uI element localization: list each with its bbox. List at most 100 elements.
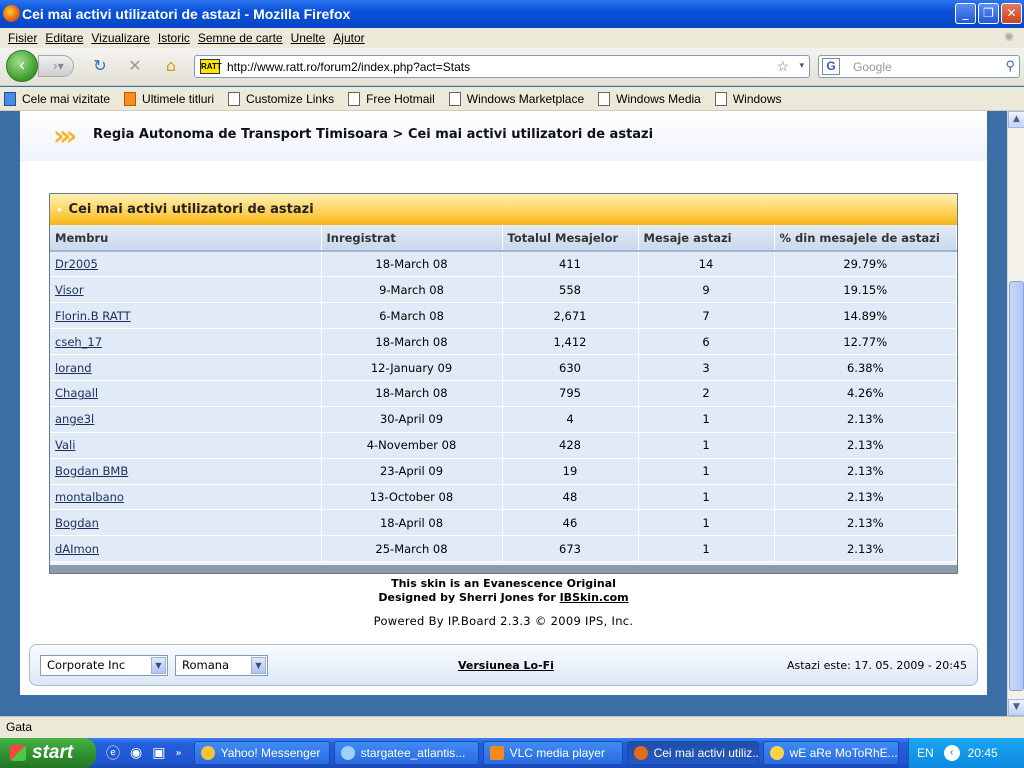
cell-total-posts: 630 [502,354,639,381]
reload-icon[interactable]: ↻ [90,56,110,76]
cell-member[interactable]: cseh_17 [50,328,322,356]
system-tray: EN ‹ 20:45 [908,738,1024,768]
menu-view[interactable]: Vizualizare [91,31,149,45]
cell-member[interactable]: Chagall [50,380,322,407]
menu-tools[interactable]: Unelte [291,31,326,45]
maximize-button[interactable]: ❐ [978,3,999,24]
vertical-scrollbar[interactable]: ▲ ▼ [1007,111,1024,716]
search-icon[interactable]: ⚲ [1005,58,1015,74]
bookmark-customize-links[interactable]: Customize Links [228,91,334,106]
member-link[interactable]: ange3l [55,412,94,426]
home-icon[interactable]: ⌂ [161,56,181,76]
stats-table-title: ▸ Cei mai activi utilizatori de astazi [50,194,957,225]
quicklaunch-more-icon[interactable]: » [175,748,181,759]
cell-member[interactable]: dAImon [50,535,322,563]
menu-history[interactable]: Istoric [158,31,190,45]
scroll-up-icon[interactable]: ▲ [1008,111,1024,128]
cell-member[interactable]: montalbano [50,484,322,511]
google-search-engine-icon[interactable]: G [822,58,840,75]
table-row: cseh_17 18-March 08 1,412 6 12.77% [50,328,957,356]
chevron-down-icon[interactable]: ▼ [251,657,266,674]
bookmark-windows[interactable]: Windows [714,91,782,106]
menu-edit[interactable]: Editare [45,31,83,45]
cell-posts-today: 1 [638,509,775,537]
language-indicator[interactable]: EN [917,746,934,760]
url-bar[interactable]: RATT http://www.ratt.ro/forum2/index.php… [194,55,810,78]
bookmark-latest-headlines[interactable]: Ultimele titluri [124,91,214,106]
member-link[interactable]: Bogdan BMB [55,464,128,478]
yahoo-messenger-icon [200,746,215,760]
bookmark-star-icon[interactable]: ☆ [776,58,789,75]
search-placeholder: Google [853,59,892,74]
member-link[interactable]: Florin.B RATT [55,309,131,323]
member-link[interactable]: cseh_17 [55,335,102,349]
bookmark-most-visited[interactable]: Cele mai vizitate [4,91,110,106]
skin-credits: This skin is an Evanescence Original Des… [378,577,629,604]
scrollbar-thumb[interactable] [1009,281,1024,691]
lofi-link[interactable]: Versiunea Lo-Fi [458,659,554,672]
breadcrumb-chevron-icon: »» [53,119,77,152]
cell-registered: 13-October 08 [321,484,503,511]
member-link[interactable]: lorand [55,361,92,375]
tray-arrow-icon[interactable]: ‹ [943,745,960,761]
window-title: Cei mai activi utilizatori de astazi - M… [22,6,351,22]
cell-percent: 14.89% [774,302,957,330]
table-row: Chagall 18-March 08 795 2 4.26% [50,380,957,407]
task-yahoo-messenger[interactable]: Yahoo! Messenger [193,741,330,765]
start-button[interactable]: start [0,738,96,768]
menu-bookmarks[interactable]: Semne de carte [198,31,283,45]
quicklaunch-firefox-icon[interactable]: ◉ [130,745,142,761]
task-motorhead[interactable]: wE aRe MoToRhE... [762,741,899,765]
bookmark-windows-marketplace[interactable]: Windows Marketplace [448,91,584,106]
table-row: dAImon 25-March 08 673 1 2.13% [50,535,957,563]
bookmark-windows-media[interactable]: Windows Media [598,91,701,106]
search-input[interactable]: G Google ⚲ [818,55,1020,78]
cell-member[interactable]: Dr2005 [50,251,322,278]
back-button[interactable]: ‹ [6,50,38,82]
vlc-icon [489,746,504,760]
quicklaunch-desktop-icon[interactable]: ▣ [152,745,165,761]
cell-registered: 9-March 08 [321,276,503,304]
stop-icon[interactable]: ✕ [125,56,145,76]
cell-member[interactable]: Bogdan BMB [50,458,322,485]
member-link[interactable]: dAImon [55,542,99,556]
language-select[interactable]: Romana ▼ [175,655,268,676]
cell-member[interactable]: Vali [50,432,322,459]
cell-posts-today: 6 [638,328,775,356]
scroll-down-icon[interactable]: ▼ [1008,699,1024,716]
member-link[interactable]: Vali [55,438,75,452]
cell-member[interactable]: lorand [50,354,322,381]
breadcrumb-current: Cei mai activi utilizatori de astazi [407,127,654,142]
quicklaunch-ie-icon[interactable]: ⓔ [106,743,120,763]
cell-posts-today: 1 [638,484,775,511]
task-firefox-active[interactable]: Cei mai activi utiliz... [626,741,759,765]
bookmark-free-hotmail[interactable]: Free Hotmail [348,91,435,106]
member-link[interactable]: Chagall [55,386,98,400]
url-dropdown-icon[interactable]: ▾ [799,60,804,71]
close-button[interactable]: ✕ [1001,3,1022,24]
ibskin-link[interactable]: IBSkin.com [560,591,629,604]
cell-total-posts: 19 [502,458,639,485]
skin-select[interactable]: Corporate Inc ▼ [40,655,168,676]
task-stargatee-atlantis[interactable]: stargatee_atlantis... [333,741,479,765]
cell-member[interactable]: Bogdan [50,509,322,537]
cell-member[interactable]: ange3l [50,406,322,433]
table-row: Bogdan BMB 23-April 09 19 1 2.13% [50,458,957,485]
member-link[interactable]: Bogdan [55,516,99,530]
cell-member[interactable]: Florin.B RATT [50,302,322,330]
member-link[interactable]: Dr2005 [55,257,98,271]
table-row: Florin.B RATT 6-March 08 2,671 7 14.89% [50,302,957,330]
cell-member[interactable]: Visor [50,276,322,304]
breadcrumb-site[interactable]: Regia Autonoma de Transport Timisoara [93,127,388,142]
member-link[interactable]: Visor [55,283,84,297]
chevron-down-icon[interactable]: ▼ [151,657,166,674]
cell-percent: 2.13% [774,432,957,459]
menu-file[interactable]: Fisier [8,31,37,45]
forward-button[interactable]: ›▾ [38,55,74,77]
task-vlc[interactable]: VLC media player [482,741,623,765]
member-link[interactable]: montalbano [55,490,124,504]
minimize-button[interactable]: _ [955,3,976,24]
menu-help[interactable]: Ajutor [333,31,364,45]
table-header-row: Membru Inregistrat Totalul Mesajelor Mes… [50,225,957,252]
cell-registered: 18-March 08 [321,251,503,278]
